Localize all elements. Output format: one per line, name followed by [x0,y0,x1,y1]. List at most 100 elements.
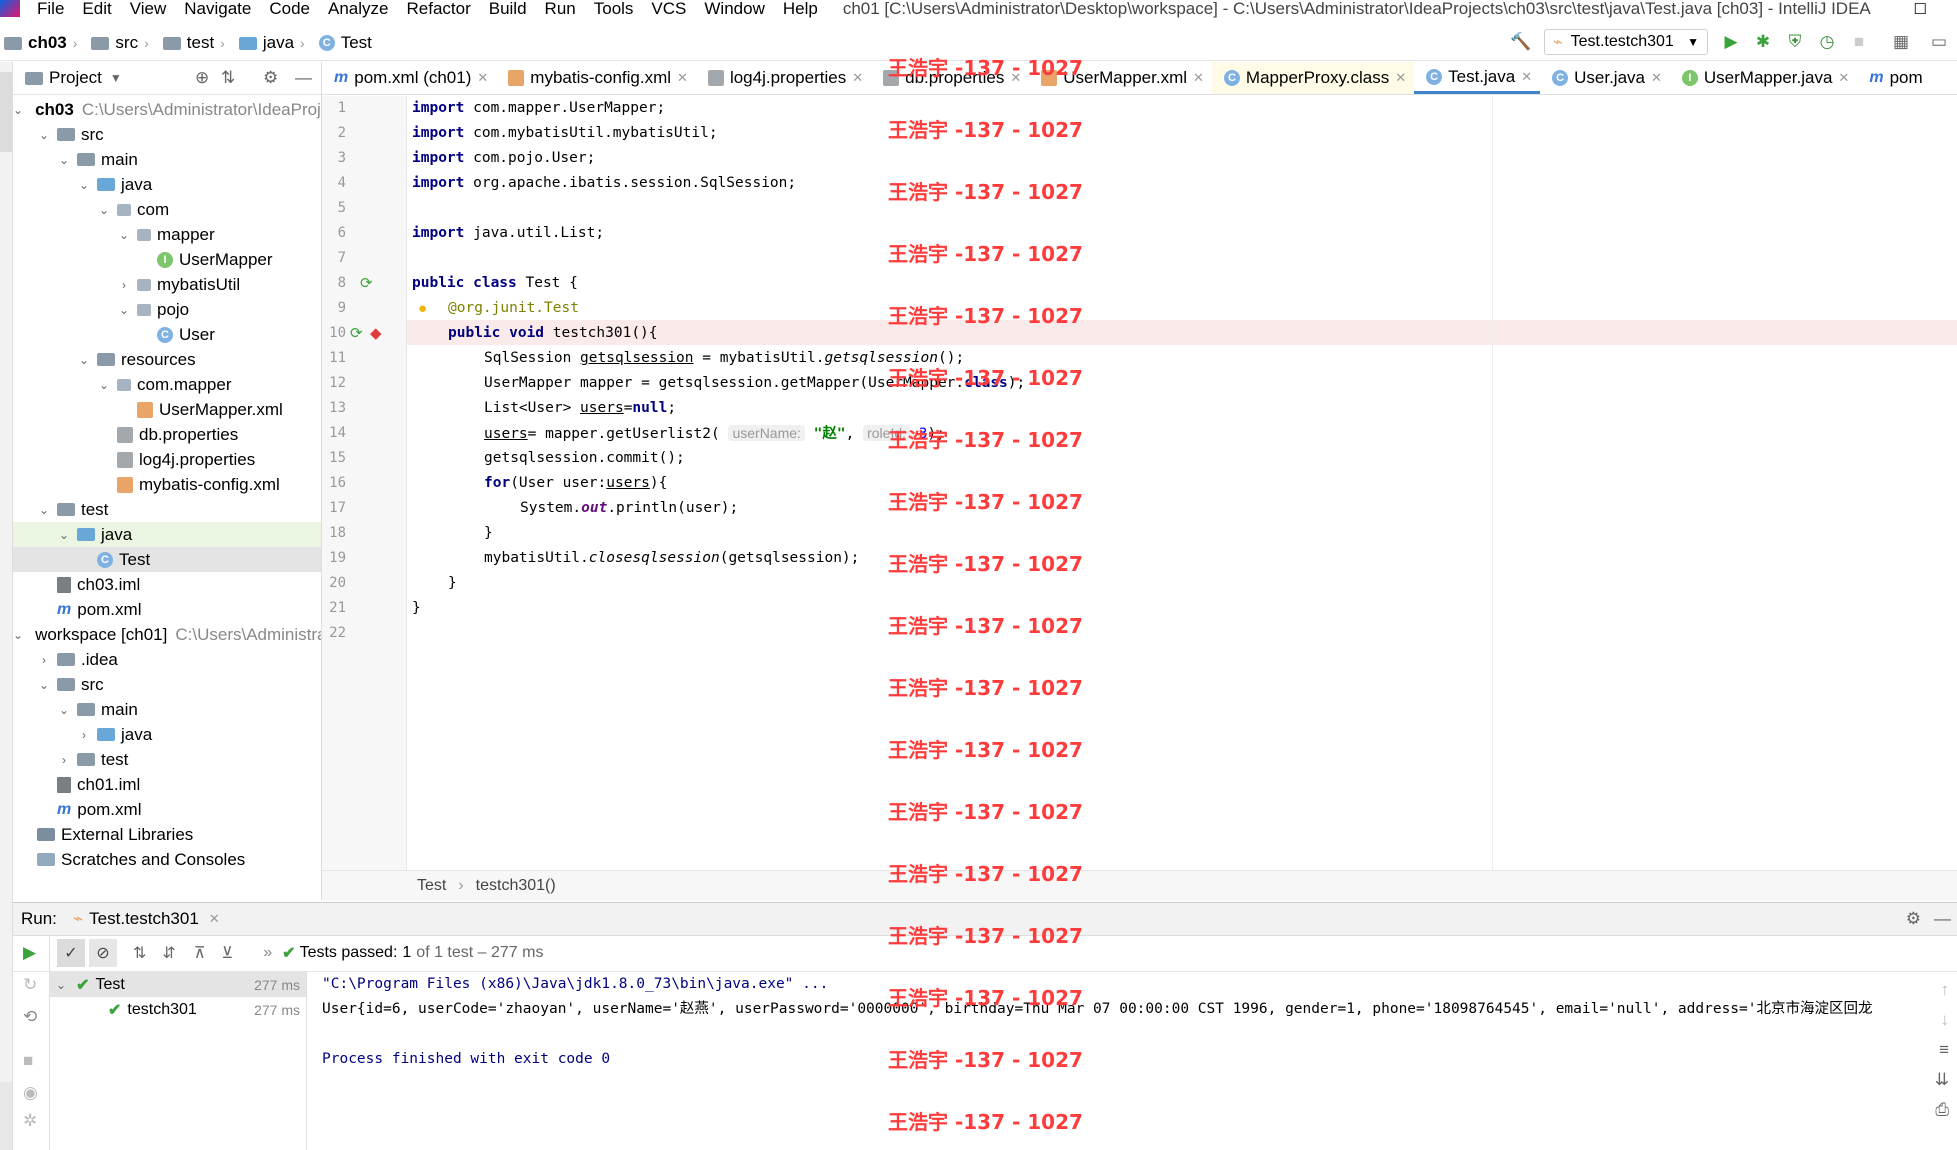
sort-alpha-icon[interactable]: ⇅ [133,943,146,963]
scroll-down-icon[interactable]: ↓ [1941,1010,1950,1030]
search-everywhere-icon[interactable]: ▭ [1930,33,1948,51]
tree-item[interactable]: › java [13,722,321,747]
chevron-down-icon[interactable]: ⌄ [77,178,91,192]
chevron-right-icon[interactable]: › [117,278,131,292]
tree-item[interactable]: ⌄ main [13,697,321,722]
stop-icon[interactable]: ■ [1850,33,1868,51]
locate-icon[interactable]: ⊕ [195,68,209,88]
tree-item[interactable]: ⌄ pojo [13,297,321,322]
tree-item[interactable]: mybatis-config.xml [13,472,321,497]
breadcrumb-test-class[interactable]: C Test [315,33,376,53]
menu-refactor[interactable]: Refactor [397,0,479,17]
menu-window[interactable]: Window [695,0,773,17]
chevron-down-icon[interactable]: ⌄ [37,128,51,142]
profile-icon[interactable]: ◷ [1818,33,1836,51]
editor-tab[interactable]: db.properties ✕ [871,62,1029,94]
menu-run[interactable]: Run [536,0,585,17]
soft-wrap-icon[interactable]: ≡ [1939,1040,1949,1060]
tree-item[interactable]: db.properties [13,422,321,447]
scroll-up-icon[interactable]: ↑ [1941,980,1950,1000]
code-editor[interactable]: import com.mapper.UserMapper; import com… [412,96,1952,870]
breadcrumb-method[interactable]: testch301() [476,877,556,895]
tree-item[interactable]: ⌄ resources [13,347,321,372]
editor-tab[interactable]: C User.java ✕ [1540,62,1670,94]
tree-item[interactable]: ch01.iml [13,772,321,797]
run-tab[interactable]: Test.testch301 [89,909,199,929]
tree-item[interactable]: m pom.xml [13,797,321,822]
toggle-auto-test-icon[interactable]: ⟲ [23,1007,37,1027]
tree-item[interactable]: › mybatisUtil [13,272,321,297]
structure-tool-button[interactable] [0,1082,12,1150]
menu-file[interactable]: File [28,0,73,17]
tree-item[interactable]: ⌄ main [13,147,321,172]
chevron-down-icon[interactable]: ⌄ [77,353,91,367]
close-icon[interactable]: ✕ [1010,70,1021,86]
hide-icon[interactable]: — [1934,909,1951,929]
chevron-down-icon[interactable]: ⌄ [13,103,23,117]
chevron-down-icon[interactable]: ⌄ [117,303,131,317]
tree-item[interactable]: log4j.properties [13,447,321,472]
close-icon[interactable]: ✕ [1193,70,1204,86]
editor-tab[interactable]: mybatis-config.xml ✕ [496,62,696,94]
menu-navigate[interactable]: Navigate [175,0,260,17]
tree-item[interactable]: ⌄ mapper [13,222,321,247]
run-test-icon[interactable]: ⟳ [360,274,373,292]
tree-item[interactable]: ⌄ test [13,497,321,522]
editor-tab[interactable]: log4j.properties ✕ [696,62,871,94]
project-structure-icon[interactable]: ▦ [1892,33,1910,51]
gear-icon[interactable]: ⚙ [263,68,278,88]
hide-icon[interactable]: — [295,68,312,88]
expand-all-icon[interactable]: ⊼ [194,943,206,963]
chevron-down-icon[interactable]: ⌄ [37,503,51,517]
menu-edit[interactable]: Edit [73,0,120,17]
scroll-end-icon[interactable]: ⇊ [1935,1070,1949,1090]
chevron-down-icon[interactable]: ⌄ [57,153,71,167]
gear-icon[interactable]: ⚙ [1906,909,1921,929]
show-passed-icon[interactable]: ✓ [57,939,85,967]
run-icon[interactable]: ▶ [1722,33,1740,51]
debug-icon[interactable]: ✱ [1754,33,1772,51]
breadcrumb-ch03[interactable]: ch03 › [0,33,87,53]
more-icon[interactable]: » [263,944,272,962]
editor-tab[interactable]: UserMapper.xml ✕ [1029,62,1212,94]
collapse-all-icon[interactable]: ⊻ [222,943,234,963]
chevron-down-icon[interactable]: ⌄ [97,378,111,392]
menu-build[interactable]: Build [480,0,536,17]
menu-code[interactable]: Code [260,0,319,17]
tree-item[interactable]: ⌄ com [13,197,321,222]
tree-item[interactable]: External Libraries [13,822,321,847]
tree-item[interactable]: ⌄ java [13,172,321,197]
tree-item[interactable]: ch03.iml [13,572,321,597]
test-row-suite[interactable]: ⌄ ✔ Test 277 ms [50,972,306,997]
close-icon[interactable]: ✕ [209,911,220,927]
menu-tools[interactable]: Tools [585,0,643,17]
tree-item[interactable]: › test [13,747,321,772]
tree-item[interactable]: C User [13,322,321,347]
editor-tab[interactable]: m pom.xml (ch01) ✕ [322,62,496,94]
maximize-icon[interactable]: ☐ [1914,0,1927,18]
tree-item[interactable]: › .idea [13,647,321,672]
close-icon[interactable]: ✕ [477,70,488,86]
chevron-right-icon[interactable]: › [37,653,51,667]
tree-item[interactable]: ⌄ ch03 C:\Users\Administrator\IdeaProje [13,97,321,122]
menu-view[interactable]: View [121,0,176,17]
tree-item[interactable]: C Test [13,547,321,572]
editor-tab[interactable]: C Test.java ✕ [1414,62,1541,94]
camera-icon[interactable]: ◉ [23,1083,38,1103]
menu-vcs[interactable]: VCS [642,0,695,17]
tree-item[interactable]: ⌄ src [13,672,321,697]
breadcrumb-src[interactable]: src › [87,33,158,53]
print-icon[interactable]: ⎙ [1935,1100,1949,1120]
project-tool-button[interactable] [0,72,12,152]
rerun-failed-icon[interactable]: ↻ [23,975,37,995]
collapse-all-icon[interactable]: ⇅ [221,68,235,88]
close-icon[interactable]: ✕ [1838,70,1849,86]
close-icon[interactable]: ✕ [677,70,688,86]
chevron-down-icon[interactable]: ▼ [110,71,122,85]
breadcrumb-test[interactable]: test › [159,33,235,53]
sort-duration-icon[interactable]: ⇵ [162,943,175,963]
tree-item[interactable]: m pom.xml [13,597,321,622]
tree-item[interactable]: ⌄ src [13,122,321,147]
run-test-icon[interactable]: ⟳ [350,324,363,342]
chevron-down-icon[interactable]: ⌄ [97,203,111,217]
